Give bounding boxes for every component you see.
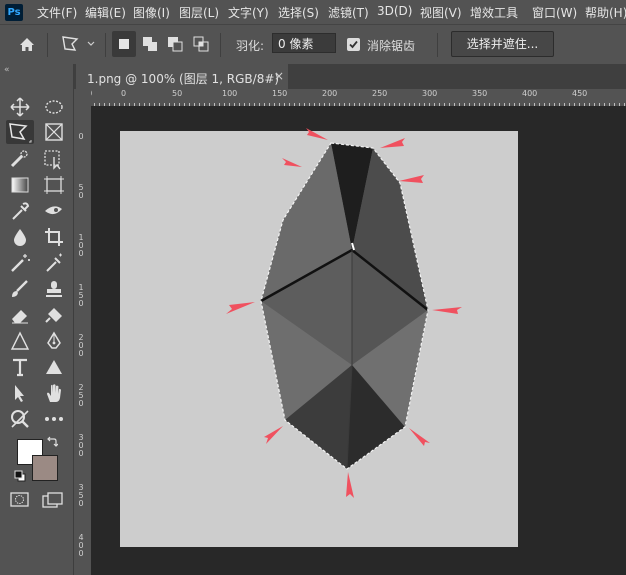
zoom-tool-icon[interactable]: [8, 408, 32, 430]
canvas-artwork: [226, 128, 462, 498]
gem-shape: [260, 142, 429, 470]
